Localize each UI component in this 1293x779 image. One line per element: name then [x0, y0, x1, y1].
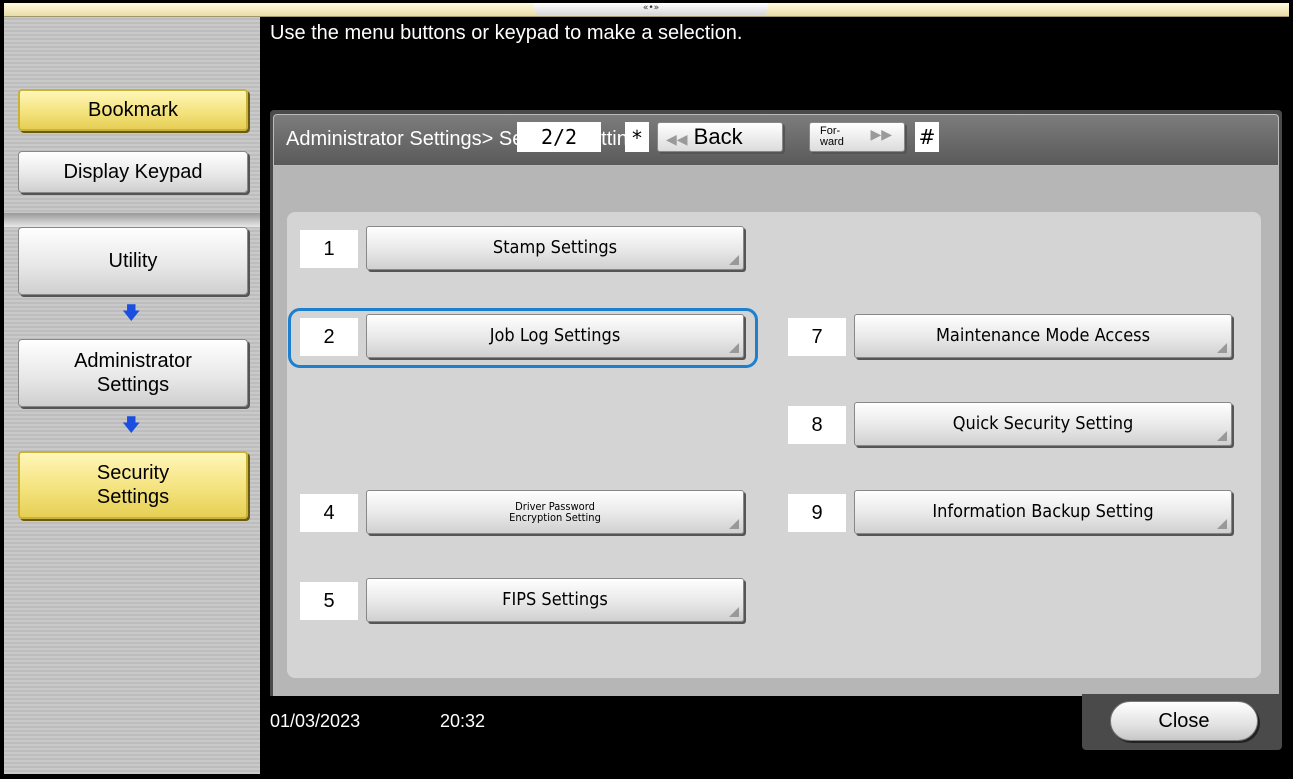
app-window: «•» Bookmark Display Keypad Utility 🡇 Ad…	[0, 0, 1293, 779]
back-button[interactable]: ◀◀ Back	[657, 122, 783, 152]
expand-handle[interactable]: «•»	[534, 3, 768, 15]
quick-security-setting-button[interactable]: Quick Security Setting	[854, 402, 1232, 446]
stamp-settings-button[interactable]: Stamp Settings	[366, 226, 744, 270]
right-edge	[1286, 17, 1291, 777]
list-item: 9 Information Backup Setting	[788, 490, 1238, 536]
bookmark-button[interactable]: Bookmark	[18, 89, 248, 131]
maintenance-mode-access-button[interactable]: Maintenance Mode Access	[854, 314, 1232, 358]
forward-button[interactable]: For- ward ▶▶	[809, 122, 905, 152]
item-number: 4	[300, 494, 358, 532]
back-label: Back	[693, 124, 743, 149]
corner-triangle-icon	[729, 607, 739, 617]
arrow-down-icon: 🡇	[122, 303, 141, 324]
hash-key: #	[915, 122, 939, 152]
list-item: 8 Quick Security Setting	[788, 402, 1238, 448]
breadcrumb-utility-button[interactable]: Utility	[18, 227, 248, 295]
button-label: Stamp Settings	[492, 237, 618, 258]
breadcrumb-security-settings-button[interactable]: Security Settings	[18, 451, 248, 519]
sidebar: Bookmark Display Keypad Utility 🡇 Admini…	[4, 17, 260, 774]
list-item: 5 FIPS Settings	[300, 578, 750, 624]
selection-highlight	[288, 308, 758, 368]
button-label: Maintenance Mode Access	[935, 325, 1151, 346]
sidebar-divider	[4, 213, 260, 227]
button-label: Information Backup Setting	[932, 501, 1154, 522]
information-backup-setting-button[interactable]: Information Backup Setting	[854, 490, 1232, 534]
breadcrumb-administrator-settings-button[interactable]: Administrator Settings	[18, 339, 248, 407]
fips-settings-button[interactable]: FIPS Settings	[366, 578, 744, 622]
corner-triangle-icon	[1217, 343, 1227, 353]
item-number: 7	[788, 318, 846, 356]
top-status-bar: «•»	[4, 3, 1289, 17]
corner-triangle-icon	[729, 255, 739, 265]
instruction-text: Use the menu buttons or keypad to make a…	[270, 22, 743, 44]
fast-forward-icon: ▶▶	[870, 127, 892, 143]
pager: 2/2 * ◀◀ Back For- ward ▶▶ #	[515, 116, 1293, 152]
list-item: 1 Stamp Settings	[300, 226, 750, 272]
corner-triangle-icon	[1217, 431, 1227, 441]
button-label: Quick Security Setting	[952, 413, 1134, 434]
arrow-down-icon: 🡇	[122, 415, 141, 436]
button-label: FIPS Settings	[502, 589, 608, 610]
star-key: *	[625, 122, 649, 152]
footer-time: 20:32	[440, 711, 486, 731]
list-item: 7 Maintenance Mode Access	[788, 314, 1238, 360]
item-number: 9	[788, 494, 846, 532]
item-number: 5	[300, 582, 358, 620]
item-number: 8	[788, 406, 846, 444]
page-indicator: 2/2	[517, 122, 601, 152]
driver-password-encryption-setting-button[interactable]: Driver Password Encryption Setting	[366, 490, 744, 534]
corner-triangle-icon	[1217, 519, 1227, 529]
rewind-icon: ◀◀	[666, 132, 688, 148]
display-keypad-button[interactable]: Display Keypad	[18, 151, 248, 193]
button-label-line2: Encryption Setting	[509, 511, 601, 524]
footer-date: 01/03/2023	[270, 711, 361, 731]
list-item: 4 Driver Password Encryption Setting	[300, 490, 750, 536]
close-button[interactable]: Close	[1110, 701, 1258, 741]
corner-triangle-icon	[729, 519, 739, 529]
item-number: 1	[300, 230, 358, 268]
